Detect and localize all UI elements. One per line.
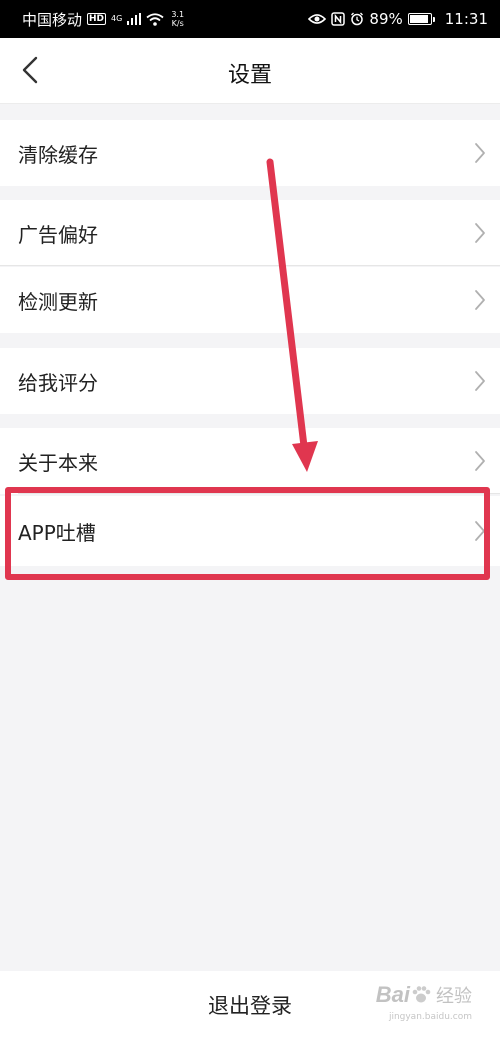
watermark-brand: Bai [375, 982, 410, 1007]
settings-item-label: 关于本来 [18, 450, 98, 475]
page-title: 设置 [227, 63, 272, 88]
row-divider [18, 493, 500, 494]
settings-item-label: 广告偏好 [18, 222, 98, 247]
chevron-right-icon [475, 143, 485, 163]
status-bar-right: 89% 11:31 [308, 10, 488, 28]
wifi-icon [146, 12, 164, 26]
alarm-icon [351, 12, 364, 26]
chevron-right-icon [475, 223, 485, 243]
settings-item-label: 检测更新 [18, 289, 98, 314]
settings-item-rate-us[interactable]: 给我评分 [0, 348, 500, 414]
settings-item-app-feedback[interactable]: APP吐槽 [0, 496, 500, 566]
battery-icon [407, 13, 435, 25]
baidu-jingyan-watermark: Bai 经验 jingyan.baidu.com [375, 982, 472, 1022]
settings-item-check-update[interactable]: 检测更新 [0, 267, 500, 333]
network-speed: 3.1 K/s [171, 10, 184, 28]
status-bar: 中国移动 HD 4G 3.1 K/s 89% 11:31 [0, 0, 500, 38]
network-type-label: 4G [111, 14, 123, 23]
settings-item-about[interactable]: 关于本来 [0, 428, 500, 494]
eye-icon [308, 14, 327, 24]
network-speed-value: 3.1 [171, 10, 185, 19]
clock: 11:31 [444, 10, 488, 28]
settings-item-clear-cache[interactable]: 清除缓存 [0, 120, 500, 186]
chevron-right-icon [475, 521, 485, 541]
logout-label: 退出登录 [208, 993, 292, 1018]
carrier-label: 中国移动 [22, 10, 83, 29]
settings-item-ad-preference[interactable]: 广告偏好 [0, 200, 500, 266]
watermark-suffix: 经验 [436, 986, 472, 1007]
battery-percent: 89% [369, 10, 403, 28]
status-bar-left: 中国移动 HD 4G 3.1 K/s [22, 9, 184, 30]
chevron-right-icon [475, 371, 485, 391]
settings-item-label: 给我评分 [18, 370, 98, 395]
chevron-right-icon [475, 290, 485, 310]
nav-header: 设置 [0, 38, 500, 104]
signal-icon [127, 13, 142, 25]
chevron-right-icon [475, 451, 485, 471]
hd-badge: HD [87, 13, 107, 25]
network-speed-unit: K/s [171, 19, 184, 28]
settings-item-label: 清除缓存 [18, 142, 98, 167]
settings-item-label: APP吐槽 [18, 520, 96, 545]
row-divider [0, 265, 500, 266]
watermark-url: jingyan.baidu.com [388, 1012, 472, 1022]
nfc-icon [331, 12, 346, 26]
battery-level [409, 15, 428, 23]
paw-icon [412, 986, 431, 1003]
